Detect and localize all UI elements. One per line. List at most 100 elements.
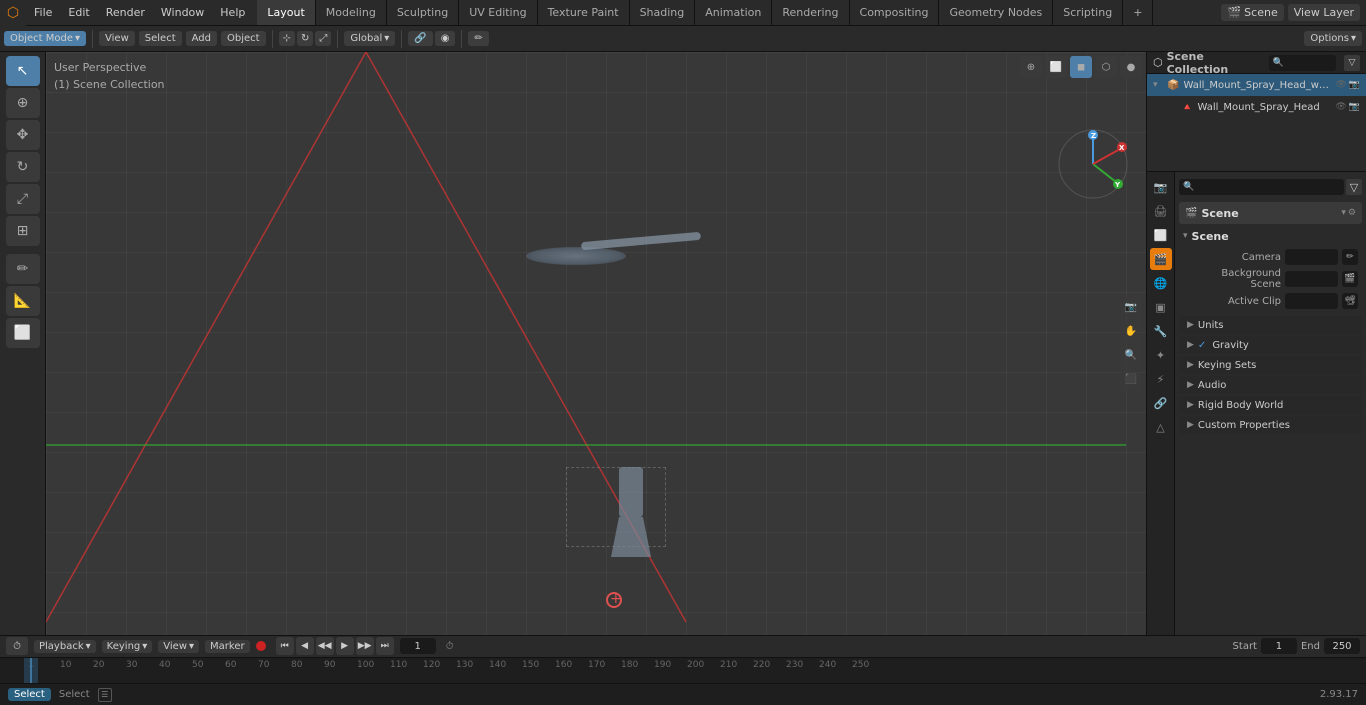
next-frame-btn[interactable]: ▶▶ <box>356 637 374 655</box>
active-clip-value[interactable] <box>1285 293 1338 309</box>
props-search-input[interactable]: 🔍 <box>1179 179 1344 195</box>
jump-to-end-btn[interactable]: ⏭ <box>376 637 394 655</box>
zoom-btn[interactable]: 🔍 <box>1120 345 1142 367</box>
particles-props-icon[interactable]: ✦ <box>1150 344 1172 366</box>
camera-edit-btn[interactable]: ✏ <box>1342 249 1358 265</box>
viewport-shading-material[interactable]: ⬡ <box>1095 56 1117 78</box>
units-header[interactable]: ▶ Units <box>1179 316 1362 334</box>
measure-tool[interactable]: 📐 <box>6 286 40 316</box>
end-frame-input[interactable]: 250 <box>1324 638 1360 654</box>
object-mode-dropdown[interactable]: Object Mode ▾ <box>4 31 86 46</box>
prev-frame-btn[interactable]: ◀ <box>296 637 314 655</box>
jump-to-start-btn[interactable]: ⏮ <box>276 637 294 655</box>
scale-tool[interactable]: ⤢ <box>6 184 40 214</box>
audio-header[interactable]: ▶ Audio <box>1179 376 1362 394</box>
play-btn[interactable]: ▶ <box>336 637 354 655</box>
tab-uv-editing[interactable]: UV Editing <box>459 0 537 25</box>
view-layer-props-icon[interactable]: ⬜ <box>1150 224 1172 246</box>
mesh-render-icon[interactable]: 📷 <box>1349 102 1360 112</box>
keying-sets-header[interactable]: ▶ Keying Sets <box>1179 356 1362 374</box>
current-frame-input[interactable]: 1 <box>400 638 436 654</box>
select-tool[interactable]: ↖ <box>6 56 40 86</box>
gravity-checkbox[interactable]: ✓ <box>1198 340 1206 351</box>
start-frame-input[interactable]: 1 <box>1261 638 1297 654</box>
annotate-btn[interactable]: ✏ <box>468 31 488 46</box>
object-props-icon[interactable]: ▣ <box>1150 296 1172 318</box>
rigid-body-header[interactable]: ▶ Rigid Body World <box>1179 396 1362 414</box>
tab-modeling[interactable]: Modeling <box>316 0 387 25</box>
timeline-track[interactable]: 1 10 20 30 40 50 60 70 80 90 100 110 120… <box>0 658 1366 683</box>
physics-props-icon[interactable]: ⚡ <box>1150 368 1172 390</box>
view-dropdown[interactable]: View ▾ <box>158 640 199 653</box>
tab-animation[interactable]: Animation <box>695 0 772 25</box>
visibility-icon[interactable]: 👁 <box>1335 80 1346 90</box>
record-button[interactable] <box>256 641 266 651</box>
menu-file[interactable]: File <box>26 0 60 25</box>
tab-layout[interactable]: Layout <box>257 0 315 25</box>
camera-value[interactable] <box>1285 249 1338 265</box>
transform-icon[interactable]: ⊹ <box>279 31 295 46</box>
outliner-search[interactable]: 🔍 <box>1269 55 1336 71</box>
view-layer-selector[interactable]: View Layer <box>1288 4 1360 21</box>
playback-dropdown[interactable]: Playback ▾ <box>34 640 96 653</box>
tab-rendering[interactable]: Rendering <box>772 0 849 25</box>
snap-btn[interactable]: 🔗 <box>408 31 432 46</box>
add-cube-tool[interactable]: ⬜ <box>6 318 40 348</box>
annotate-tool[interactable]: ✏ <box>6 254 40 284</box>
transform-tool[interactable]: ⊞ <box>6 216 40 246</box>
background-scene-value[interactable] <box>1285 271 1338 287</box>
gravity-header[interactable]: ▶ ✓ Gravity <box>1179 336 1362 354</box>
tab-scripting[interactable]: Scripting <box>1053 0 1123 25</box>
select-menu[interactable]: Select <box>139 31 182 46</box>
data-props-icon[interactable]: △ <box>1150 416 1172 438</box>
tab-add[interactable]: + <box>1123 0 1153 25</box>
menu-edit[interactable]: Edit <box>60 0 97 25</box>
proportional-btn[interactable]: ◉ <box>435 31 456 46</box>
3d-viewport[interactable]: User Perspective (1) Scene Collection Z … <box>46 52 1146 635</box>
transform-dropdown[interactable]: Global ▾ <box>344 31 395 46</box>
active-clip-icon[interactable]: 📽 <box>1342 293 1358 309</box>
viewport-shading-solid[interactable]: ◼ <box>1070 56 1092 78</box>
mesh-visibility-icon[interactable]: 👁 <box>1335 102 1346 112</box>
move-tool[interactable]: ✥ <box>6 120 40 150</box>
reverse-play-btn[interactable]: ◀◀ <box>316 637 334 655</box>
camera-view-btn[interactable]: 📷 <box>1120 297 1142 319</box>
pan-btn[interactable]: ✋ <box>1120 321 1142 343</box>
background-scene-icon[interactable]: 🎬 <box>1342 271 1358 287</box>
overlay-dropdown[interactable]: ⊕ <box>1020 56 1042 78</box>
tab-sculpting[interactable]: Sculpting <box>387 0 459 25</box>
timeline-type-btn[interactable]: ⏱ <box>6 637 28 655</box>
viewport-shading-render[interactable]: ● <box>1120 56 1142 78</box>
scene-settings-icon[interactable]: ⚙ <box>1348 208 1356 218</box>
world-props-icon[interactable]: 🌐 <box>1150 272 1172 294</box>
scene-props-icon[interactable]: 🎬 <box>1150 248 1172 270</box>
scene-section-expand[interactable]: ▾ <box>1341 208 1346 218</box>
marker-dropdown[interactable]: Marker <box>205 640 250 653</box>
viewport-shading-wire[interactable]: ⬜ <box>1045 56 1067 78</box>
props-filter-btn[interactable]: ▽ <box>1346 179 1362 195</box>
menu-help[interactable]: Help <box>212 0 253 25</box>
cursor-tool[interactable]: ⊕ <box>6 88 40 118</box>
custom-props-header[interactable]: ▶ Custom Properties <box>1179 416 1362 434</box>
render-props-icon[interactable]: 📷 <box>1150 176 1172 198</box>
view-menu[interactable]: View <box>99 31 135 46</box>
rotate-tool[interactable]: ↻ <box>6 152 40 182</box>
options-btn[interactable]: Options ▾ <box>1304 31 1362 46</box>
scene-section-header[interactable]: 🎬 Scene ▾ ⚙ <box>1179 202 1362 224</box>
add-menu[interactable]: Add <box>186 31 217 46</box>
outliner-filter-btn[interactable]: ▽ <box>1344 55 1360 71</box>
modifier-props-icon[interactable]: 🔧 <box>1150 320 1172 342</box>
tab-compositing[interactable]: Compositing <box>850 0 940 25</box>
render-visibility-icon[interactable]: 📷 <box>1349 80 1360 90</box>
output-props-icon[interactable]: 🖨 <box>1150 200 1172 222</box>
navigation-gizmo[interactable]: Z Y X <box>1056 127 1131 202</box>
tab-texture-paint[interactable]: Texture Paint <box>538 0 630 25</box>
rotate-icon[interactable]: ↻ <box>297 31 313 46</box>
tab-geometry-nodes[interactable]: Geometry Nodes <box>939 0 1053 25</box>
outliner-item-mesh[interactable]: 🔺 Wall_Mount_Spray_Head 👁 📷 <box>1147 96 1366 118</box>
constraints-props-icon[interactable]: 🔗 <box>1150 392 1172 414</box>
scene-subsection-header[interactable]: ▾ Scene <box>1179 226 1362 246</box>
outliner-item-collection[interactable]: ▾ 📦 Wall_Mount_Spray_Head_with_ 👁 📷 <box>1147 74 1366 96</box>
object-menu[interactable]: Object <box>221 31 266 46</box>
render-btn[interactable]: ⬛ <box>1120 369 1142 391</box>
